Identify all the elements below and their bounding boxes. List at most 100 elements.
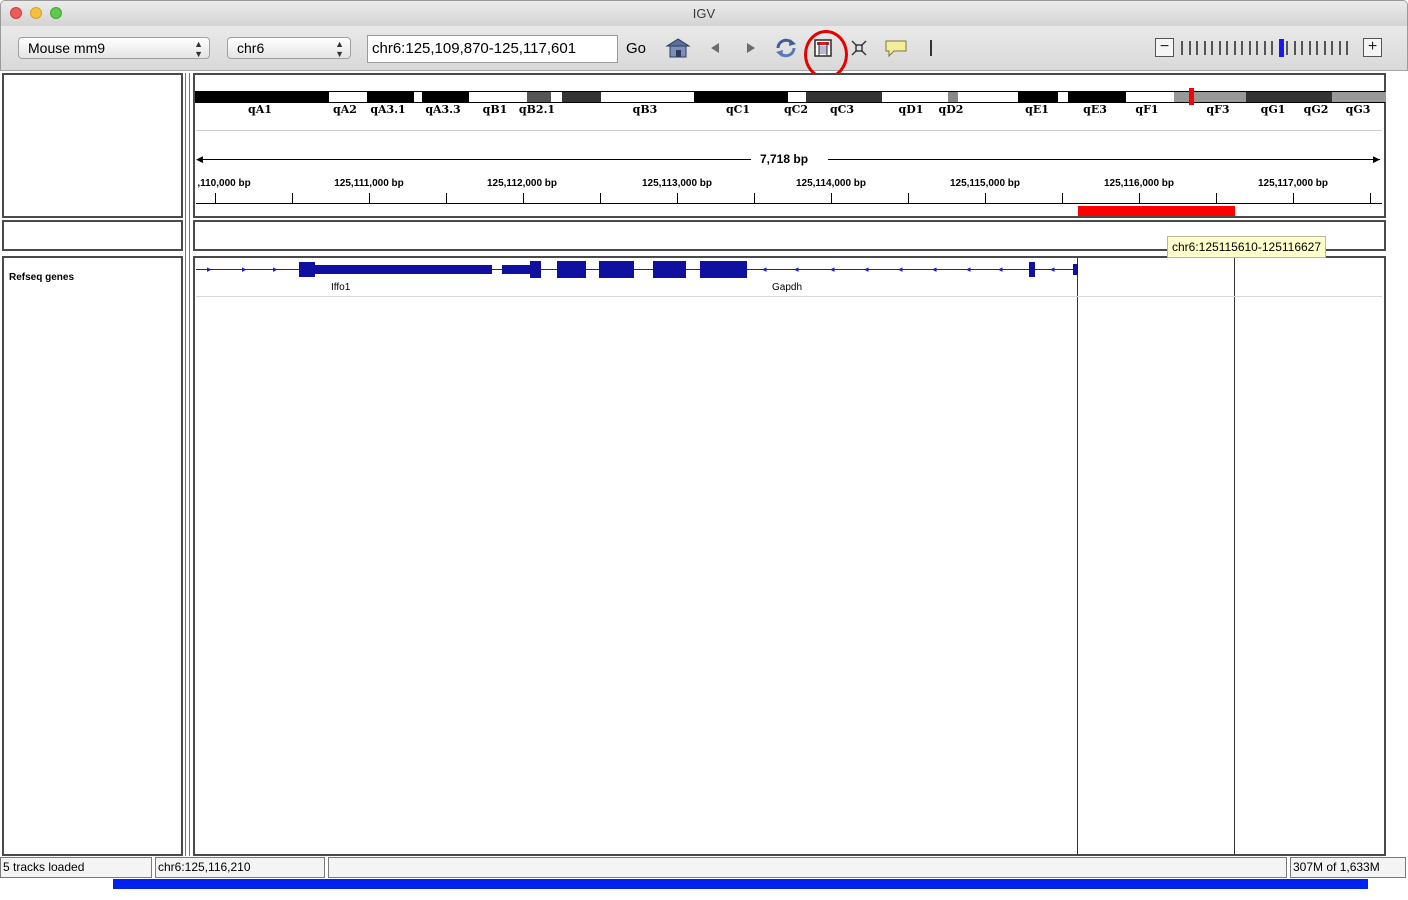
header-name-panel: [2, 73, 183, 218]
ruler-tick: [1216, 193, 1217, 203]
zoom-current-level[interactable]: [1278, 39, 1284, 57]
genome-dropdown[interactable]: Mouse mm9 ▲ ▼: [18, 37, 210, 59]
window-title: IGV: [692, 6, 716, 21]
strand-reverse-arrow-icon: ◂: [998, 264, 1003, 274]
gene-exon[interactable]: [299, 262, 315, 277]
ideogram-band: [601, 92, 694, 102]
refresh-icon[interactable]: [773, 36, 799, 60]
band-label: qE3: [1083, 103, 1107, 116]
refseq-track-name[interactable]: Refseq genes: [9, 272, 74, 283]
zoom-level-tick[interactable]: [1241, 41, 1243, 55]
ideogram-band: [882, 92, 948, 102]
ideogram-band: [196, 92, 329, 102]
gene-exon[interactable]: [599, 261, 634, 278]
zoom-level-tick[interactable]: [1248, 41, 1251, 55]
band-label: qG3: [1345, 103, 1371, 116]
zoom-level-tick[interactable]: [1293, 41, 1296, 55]
band-label: qA3.3: [425, 103, 461, 116]
zoom-level-tick[interactable]: [1331, 41, 1333, 55]
zoom-level-tick[interactable]: [1211, 41, 1213, 55]
band-label: qB1: [482, 103, 508, 116]
band-label: qB2.1: [518, 103, 556, 116]
zoom-level-tick[interactable]: [1301, 41, 1303, 55]
zoom-level-tick[interactable]: [1188, 41, 1191, 55]
gene-label-iffo1[interactable]: Iffo1: [331, 282, 350, 293]
zoom-level-tick[interactable]: [1218, 41, 1221, 55]
chromosome-dropdown[interactable]: chr6 ▲ ▼: [227, 37, 351, 59]
back-icon[interactable]: [705, 36, 725, 60]
span-line-right: [828, 159, 1380, 160]
highlight-ring: [804, 30, 848, 79]
zoom-level-tick[interactable]: [1181, 41, 1183, 55]
band-label: qC3: [829, 103, 855, 116]
ruler-tick: [831, 193, 832, 203]
zoom-in-button[interactable]: +: [1363, 38, 1382, 57]
strand-reverse-arrow-icon: ◂: [966, 264, 971, 274]
ruler-icon[interactable]: [927, 36, 935, 60]
zoom-level-tick[interactable]: [1338, 41, 1341, 55]
band-label: qC1: [725, 103, 751, 116]
ideogram-band: [329, 92, 367, 102]
band-label: qF3: [1206, 103, 1230, 116]
ruler-tick: [1370, 193, 1371, 203]
zoom-level-tick[interactable]: [1203, 41, 1206, 55]
feature-panel: [193, 256, 1386, 856]
genome-dropdown-value: Mouse mm9: [28, 40, 106, 56]
zoom-level-tick[interactable]: [1323, 41, 1326, 55]
ruler-tick: [292, 193, 293, 203]
zoom-level-tick[interactable]: [1263, 41, 1266, 55]
region-right-boundary: [1234, 258, 1235, 855]
ruler-tick: [1139, 193, 1140, 203]
gene-exon[interactable]: [557, 261, 586, 278]
home-icon[interactable]: [665, 36, 691, 60]
ruler-tick: [215, 193, 216, 203]
ideogram-band: [551, 92, 562, 102]
ruler-tick: [908, 193, 909, 203]
ruler-tick: [523, 193, 524, 203]
ideogram-band: [1058, 92, 1068, 102]
zoom-level-tick[interactable]: [1233, 41, 1236, 55]
zoom-slider[interactable]: [1181, 38, 1357, 60]
gene-exon[interactable]: [530, 261, 541, 278]
resize-to-window-icon[interactable]: [849, 36, 869, 60]
zoom-level-tick[interactable]: [1271, 41, 1273, 55]
gene-exon[interactable]: [1029, 262, 1035, 277]
gene-exon[interactable]: [502, 265, 531, 274]
locus-search-input[interactable]: chr6:125,109,870-125,117,601: [367, 35, 618, 63]
strand-reverse-arrow-icon: ◂: [830, 264, 835, 274]
band-label: qD2: [938, 103, 964, 116]
ideogram-band: [958, 92, 1018, 102]
band-label: qB3: [632, 103, 658, 116]
zoom-level-tick[interactable]: [1256, 41, 1258, 55]
go-button[interactable]: Go: [626, 40, 646, 57]
ideogram-band: [527, 92, 551, 102]
gene-exon[interactable]: [1073, 264, 1078, 275]
zoom-out-button[interactable]: −: [1155, 38, 1174, 57]
chromosome-ideogram[interactable]: [195, 91, 1386, 103]
zoom-level-tick[interactable]: [1316, 41, 1318, 55]
gene-label-gapdh[interactable]: Gapdh: [772, 282, 802, 293]
gene-exon[interactable]: [700, 261, 747, 278]
ruler-position-label: 125,115,000 bp: [949, 178, 1021, 189]
region-of-interest-bar[interactable]: [1078, 206, 1235, 216]
zoom-level-tick[interactable]: [1286, 41, 1288, 55]
strand-reverse-arrow-icon: ◂: [762, 264, 767, 274]
ruler-baseline: [196, 203, 1382, 204]
gene-exon[interactable]: [314, 265, 492, 274]
zoom-level-tick[interactable]: [1346, 41, 1348, 55]
strand-forward-arrow-icon: ▸: [273, 264, 278, 274]
chromosome-dropdown-value: chr6: [237, 40, 265, 56]
zoom-level-tick[interactable]: [1196, 41, 1198, 55]
zoom-level-tick[interactable]: [1226, 41, 1228, 55]
span-arrow-right-icon: ▶: [1373, 154, 1380, 164]
ideogram-band: [414, 92, 422, 102]
forward-icon[interactable]: [741, 36, 761, 60]
status-tracks-loaded: 5 tracks loaded: [0, 857, 152, 878]
zoom-level-tick[interactable]: [1308, 41, 1311, 55]
band-label: qG1: [1260, 103, 1286, 116]
ideogram-band: [367, 92, 414, 102]
ruler-tick: [600, 193, 601, 203]
gene-exon[interactable]: [653, 261, 686, 278]
popup-text-icon[interactable]: [883, 36, 909, 60]
band-label: qA3.1: [370, 103, 406, 116]
